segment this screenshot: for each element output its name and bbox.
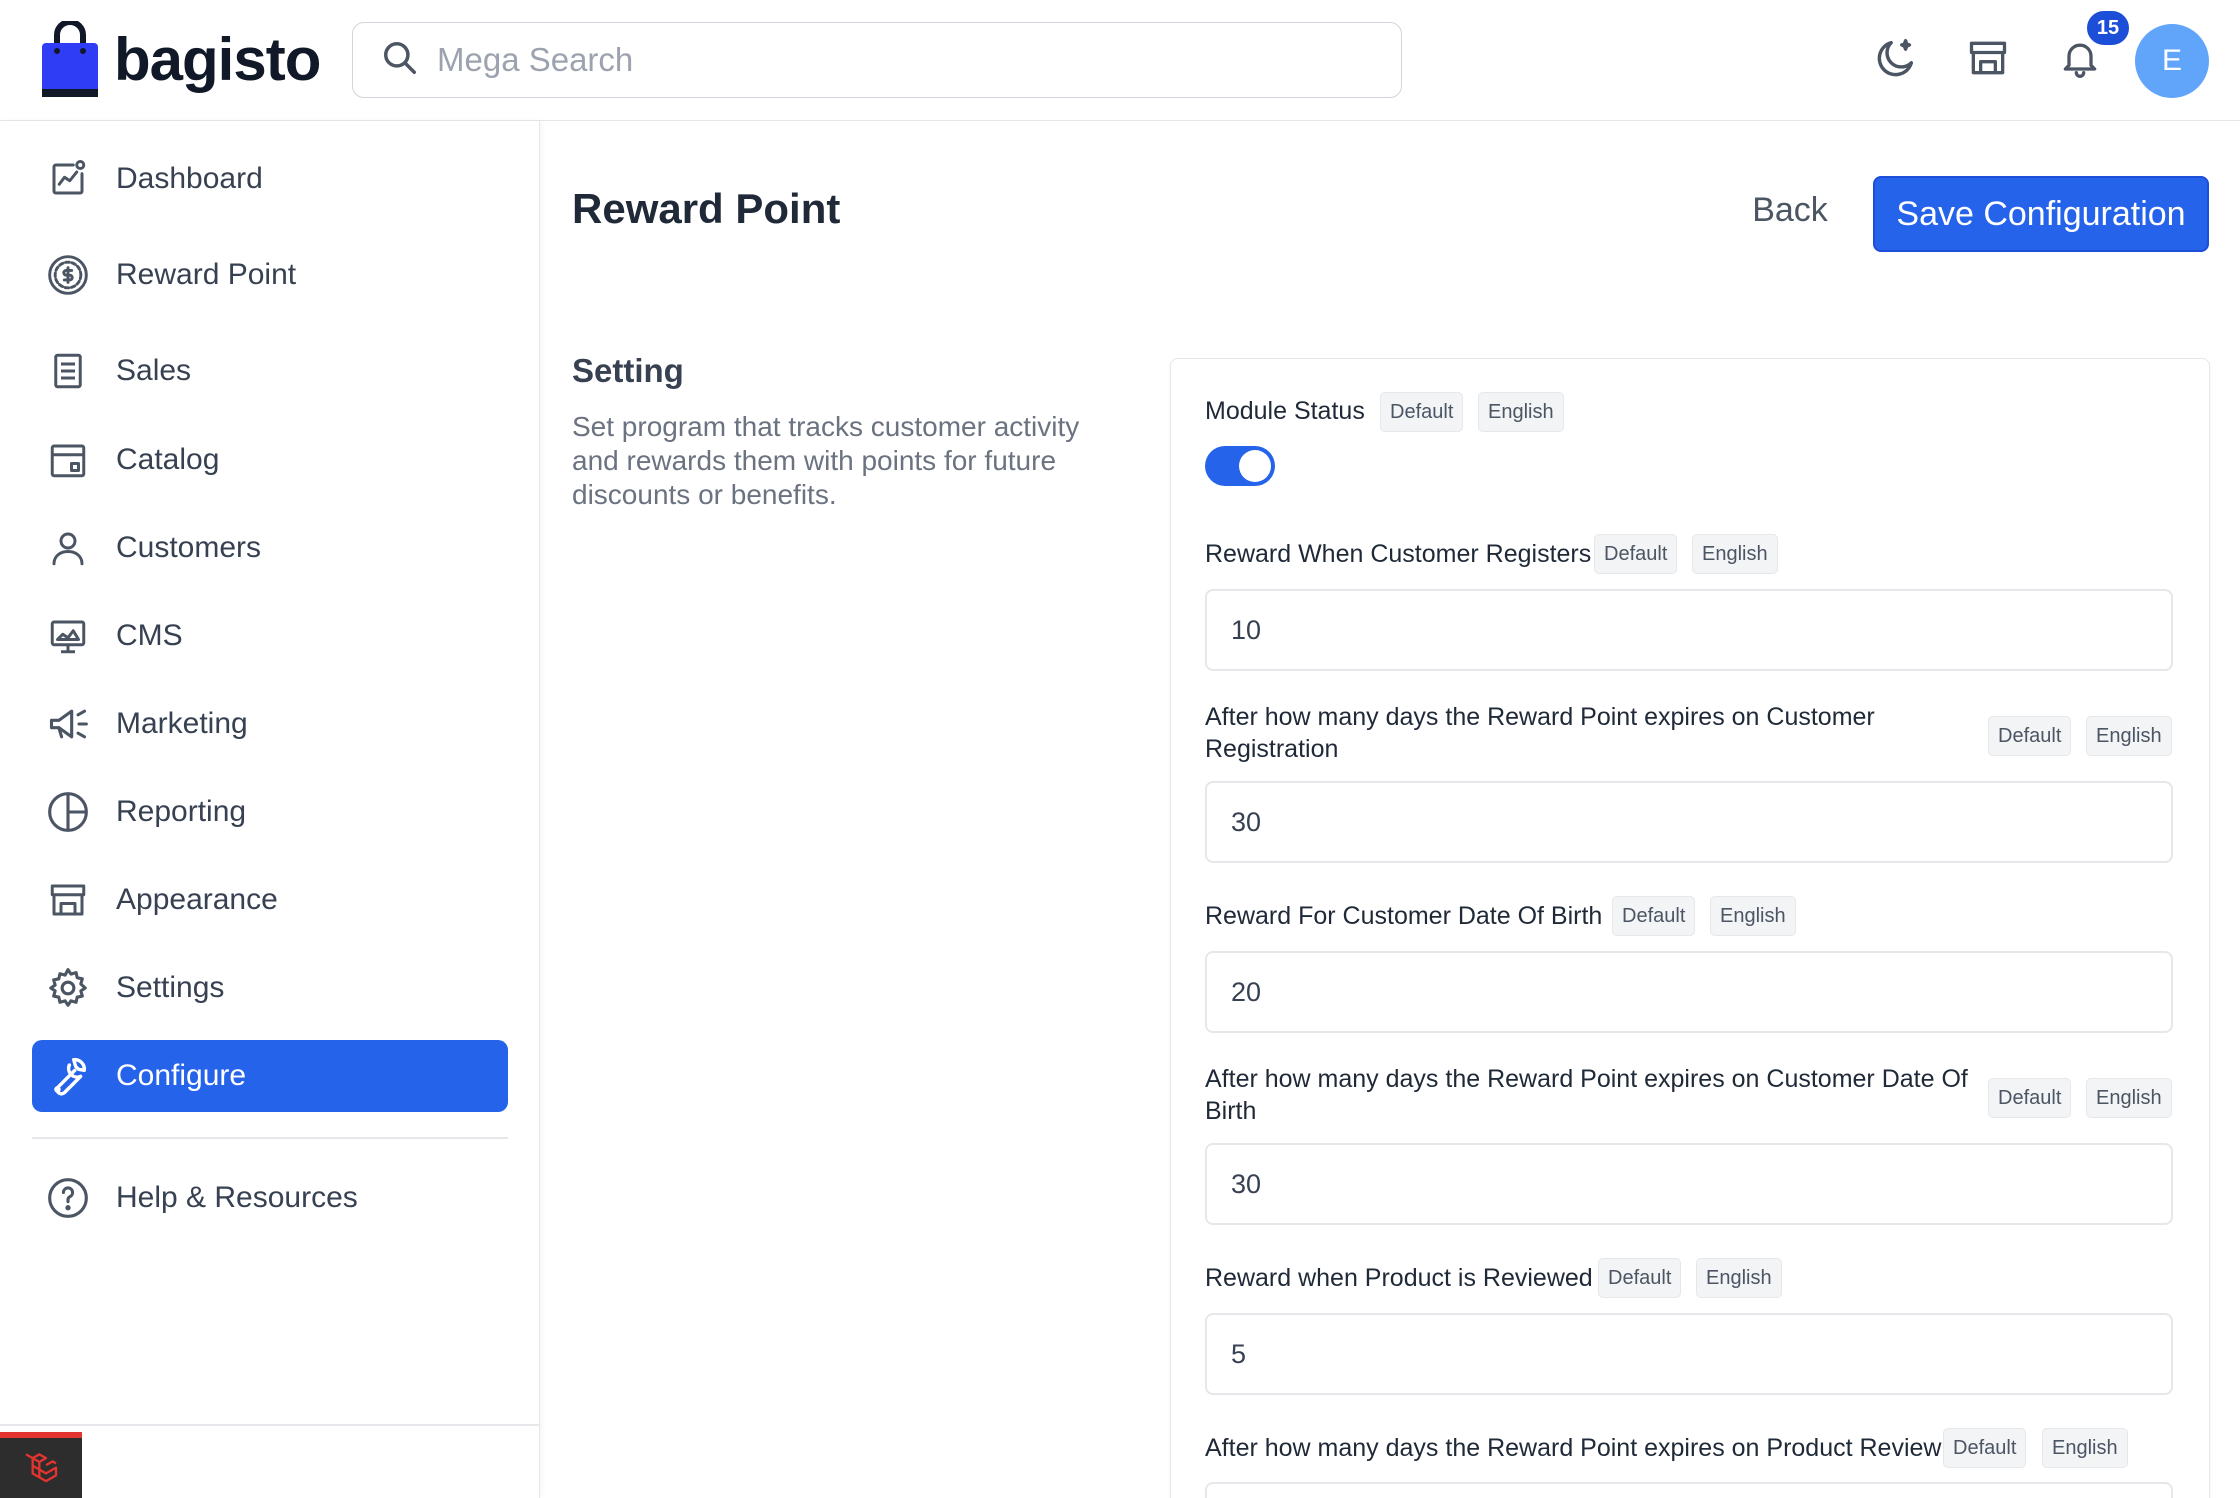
dark-mode-icon[interactable] (1868, 30, 1924, 86)
default-scope-tag: Default (1943, 1428, 2027, 1468)
expire-dob-label: After how many days the Reward Point exp… (1205, 1065, 1968, 1125)
sidebar: Dashboard Reward Point Sales Catalog Cus… (0, 121, 540, 1498)
expire-dob-input[interactable] (1205, 1143, 2173, 1225)
pie-chart-icon (44, 788, 92, 836)
wrench-icon (44, 1052, 92, 1100)
sidebar-item-label: Help & Resources (116, 1181, 358, 1214)
reward-dob-input[interactable] (1205, 951, 2173, 1033)
reward-register-label: Reward When Customer Registers (1205, 540, 1592, 568)
section-description: Set program that tracks customer activit… (572, 411, 1080, 510)
sidebar-item-label: Configure (116, 1059, 247, 1092)
mega-search-bar[interactable] (352, 22, 1402, 98)
user-icon (44, 524, 92, 572)
back-button[interactable]: Back (1730, 178, 1850, 242)
brand-name: bagisto (114, 26, 321, 93)
sidebar-item-marketing[interactable]: Marketing (32, 688, 508, 760)
help-circle-icon (44, 1174, 92, 1222)
sidebar-item-settings[interactable]: Settings (32, 952, 508, 1024)
default-scope-tag: Default (1612, 896, 1696, 936)
monitor-icon (44, 612, 92, 660)
sidebar-item-configure[interactable]: Configure (32, 1040, 508, 1112)
sidebar-item-label: Dashboard (116, 162, 263, 195)
brand-logo[interactable]: bagisto (40, 19, 321, 100)
laravel-debugbar-toggle[interactable] (0, 1432, 82, 1498)
storefront-icon[interactable] (1960, 30, 2016, 86)
sidebar-item-reporting[interactable]: Reporting (32, 776, 508, 848)
sidebar-item-label: Customers (116, 531, 262, 564)
gear-icon (44, 964, 92, 1012)
section-title: Setting (572, 352, 684, 389)
sidebar-item-label: Reporting (116, 795, 247, 828)
module-status-label: Module Status (1205, 397, 1365, 425)
sidebar-footer-divider (0, 1424, 540, 1426)
sidebar-item-dashboard[interactable]: Dashboard (32, 143, 508, 215)
user-avatar[interactable]: E (2135, 24, 2209, 98)
dollar-circle-icon (44, 251, 92, 299)
locale-tag: English (2042, 1428, 2128, 1468)
locale-tag: English (1692, 534, 1778, 574)
sidebar-item-label: Marketing (116, 707, 248, 740)
default-scope-tag: Default (1988, 716, 2072, 756)
reward-dob-label: Reward For Customer Date Of Birth (1205, 902, 1603, 930)
laravel-logo-icon (21, 1446, 61, 1491)
sidebar-item-label: CMS (116, 619, 183, 652)
sidebar-item-label: Sales (116, 354, 192, 387)
sidebar-item-cms[interactable]: CMS (32, 600, 508, 672)
locale-tag: English (1478, 392, 1564, 432)
top-header: bagisto 15 E (0, 0, 2240, 121)
sidebar-item-label: Reward Point (116, 258, 297, 291)
reward-register-input[interactable] (1205, 589, 2173, 671)
store-icon (44, 876, 92, 924)
dashboard-icon (44, 155, 92, 203)
catalog-icon (44, 436, 92, 484)
default-scope-tag: Default (1594, 534, 1678, 574)
page-title: Reward Point (572, 185, 841, 232)
locale-tag: English (1710, 896, 1796, 936)
search-input[interactable] (437, 41, 1337, 79)
sidebar-item-customers[interactable]: Customers (32, 512, 508, 584)
expire-register-input[interactable] (1205, 781, 2173, 863)
megaphone-icon (44, 700, 92, 748)
expire-review-input[interactable] (1205, 1482, 2173, 1498)
notification-count-badge: 15 (2084, 8, 2132, 48)
search-icon (381, 39, 419, 82)
sidebar-item-sales[interactable]: Sales (32, 335, 508, 407)
sidebar-item-help[interactable]: Help & Resources (32, 1162, 508, 1234)
sidebar-item-label: Catalog (116, 443, 220, 476)
shopping-bag-icon (40, 19, 100, 99)
sidebar-item-label: Appearance (116, 883, 278, 916)
toggle-knob (1239, 450, 1271, 482)
default-scope-tag: Default (1598, 1258, 1682, 1298)
expire-review-label: After how many days the Reward Point exp… (1205, 1434, 1942, 1462)
expire-register-label: After how many days the Reward Point exp… (1205, 703, 1875, 763)
locale-tag: English (2086, 1078, 2172, 1118)
locale-tag: English (2086, 716, 2172, 756)
reward-review-input[interactable] (1205, 1313, 2173, 1395)
locale-tag: English (1696, 1258, 1782, 1298)
sidebar-item-appearance[interactable]: Appearance (32, 864, 508, 936)
sidebar-item-label: Settings (116, 971, 225, 1004)
sidebar-item-reward-point[interactable]: Reward Point (32, 239, 508, 311)
save-configuration-button[interactable]: Save Configuration (1873, 176, 2209, 252)
sidebar-item-catalog[interactable]: Catalog (32, 424, 508, 496)
reward-review-label: Reward when Product is Reviewed (1205, 1264, 1593, 1292)
module-status-toggle[interactable] (1205, 446, 1275, 486)
receipt-icon (44, 347, 92, 395)
default-scope-tag: Default (1988, 1078, 2072, 1118)
default-scope-tag: Default (1380, 392, 1464, 432)
sidebar-divider (32, 1137, 508, 1139)
